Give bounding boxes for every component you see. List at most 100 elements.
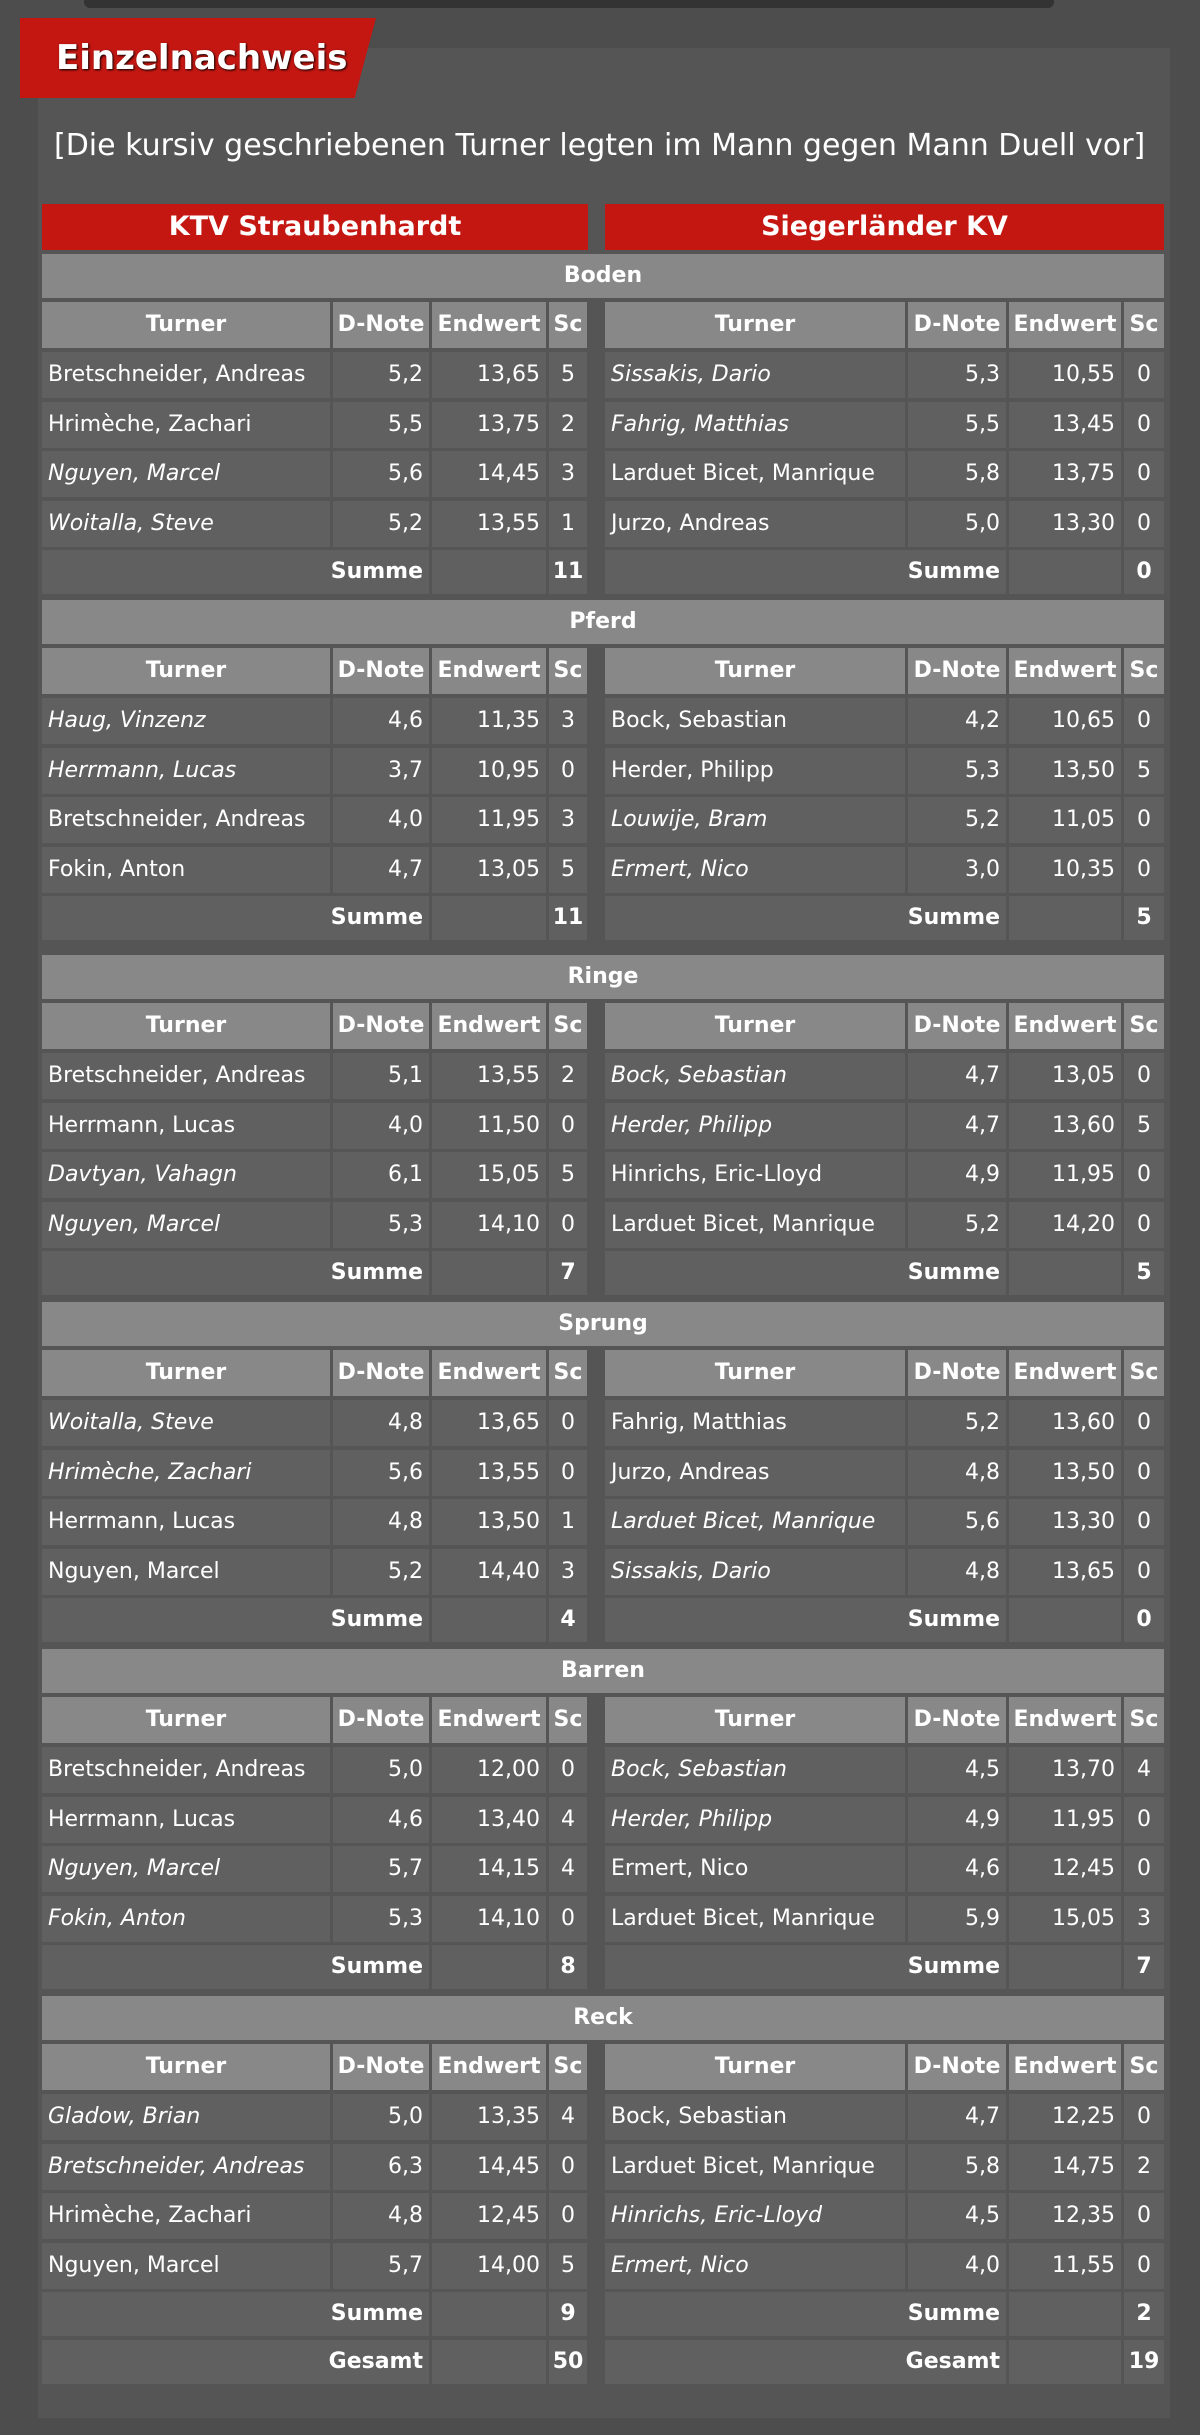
- endwert-right: 13,60: [1009, 1102, 1121, 1149]
- summe-spacer-right: [1009, 1251, 1121, 1295]
- endwert-right: 13,60: [1009, 1400, 1121, 1446]
- turner-name-left: Nguyen, Marcel: [42, 1846, 330, 1892]
- column-header-right: Turner: [605, 302, 905, 348]
- column-header-right: Sc: [1124, 648, 1164, 694]
- d-note-left: 4,6: [333, 1796, 429, 1843]
- score-left: 4: [549, 1796, 587, 1843]
- turner-name-left: Nguyen, Marcel: [42, 2242, 330, 2289]
- score-left: 0: [549, 747, 587, 794]
- score-right: 0: [1124, 352, 1164, 398]
- summe-spacer-right: [1009, 1945, 1121, 1989]
- turner-name-right: Fahrig, Matthias: [605, 401, 905, 448]
- endwert-right: 11,95: [1009, 1152, 1121, 1198]
- score-left: 4: [549, 2094, 587, 2140]
- endwert-left: 13,55: [432, 1053, 546, 1099]
- turner-name-right: Hinrichs, Eric-Lloyd: [605, 2193, 905, 2239]
- score-right: 2: [1124, 2143, 1164, 2190]
- endwert-right: 15,05: [1009, 1895, 1121, 1942]
- summe-label-right: Summe: [605, 550, 1006, 594]
- d-note-right: 5,9: [908, 1895, 1006, 1942]
- column-header-left: D-Note: [333, 1350, 429, 1396]
- summe-label-right: Summe: [605, 1251, 1006, 1295]
- score-left: 3: [549, 698, 587, 744]
- top-bar: [84, 0, 1054, 8]
- turner-name-left: Fokin, Anton: [42, 1895, 330, 1942]
- endwert-right: 14,75: [1009, 2143, 1121, 2190]
- d-note-right: 5,5: [908, 401, 1006, 448]
- column-header-right: Endwert: [1009, 2044, 1121, 2090]
- summe-label-left: Summe: [42, 2292, 429, 2336]
- score-left: 2: [549, 1053, 587, 1099]
- summe-value-right: 5: [1124, 1251, 1164, 1295]
- summe-label-left: Summe: [42, 1598, 429, 1642]
- turner-name-right: Hinrichs, Eric-Lloyd: [605, 1152, 905, 1198]
- endwert-right: 11,55: [1009, 2242, 1121, 2289]
- turner-name-left: Woitalla, Steve: [42, 1400, 330, 1446]
- turner-name-left: Herrmann, Lucas: [42, 747, 330, 794]
- column-header-right: Sc: [1124, 2044, 1164, 2090]
- endwert-right: 14,20: [1009, 1201, 1121, 1248]
- d-note-left: 4,6: [333, 698, 429, 744]
- score-left: 0: [549, 2193, 587, 2239]
- column-header-right: Endwert: [1009, 302, 1121, 348]
- gesamt-spacer-right: [1009, 2340, 1121, 2384]
- summe-spacer-left: [432, 896, 546, 940]
- column-header-right: D-Note: [908, 648, 1006, 694]
- turner-name-right: Ermert, Nico: [605, 1846, 905, 1892]
- d-note-right: 5,2: [908, 1201, 1006, 1248]
- column-header-left: Turner: [42, 1350, 330, 1396]
- score-right: 0: [1124, 1449, 1164, 1496]
- turner-name-left: Herrmann, Lucas: [42, 1499, 330, 1545]
- endwert-left: 12,00: [432, 1747, 546, 1793]
- score-left: 1: [549, 1499, 587, 1545]
- d-note-left: 5,7: [333, 2242, 429, 2289]
- endwert-left: 11,35: [432, 698, 546, 744]
- column-header-right: Turner: [605, 2044, 905, 2090]
- score-right: 0: [1124, 1400, 1164, 1446]
- score-right: 0: [1124, 797, 1164, 843]
- turner-name-right: Jurzo, Andreas: [605, 500, 905, 547]
- section-header-boden: Boden: [42, 254, 1164, 298]
- score-left: 2: [549, 401, 587, 448]
- turner-name-left: Woitalla, Steve: [42, 500, 330, 547]
- turner-name-right: Bock, Sebastian: [605, 698, 905, 744]
- score-left: 3: [549, 1548, 587, 1595]
- score-left: 5: [549, 2242, 587, 2289]
- column-header-right: Endwert: [1009, 1003, 1121, 1049]
- team-header-left: KTV Straubenhardt: [42, 204, 588, 250]
- d-note-right: 5,2: [908, 1400, 1006, 1446]
- d-note-right: 4,7: [908, 1102, 1006, 1149]
- summe-spacer-left: [432, 2292, 546, 2336]
- endwert-left: 10,95: [432, 747, 546, 794]
- summe-spacer-right: [1009, 2292, 1121, 2336]
- turner-name-left: Hrimèche, Zachari: [42, 1449, 330, 1496]
- section-header-barren: Barren: [42, 1649, 1164, 1693]
- score-right: 0: [1124, 1152, 1164, 1198]
- column-header-left: Sc: [549, 1697, 587, 1743]
- turner-name-left: Haug, Vinzenz: [42, 698, 330, 744]
- endwert-left: 14,45: [432, 2143, 546, 2190]
- section-header-reck: Reck: [42, 1996, 1164, 2040]
- summe-value-right: 2: [1124, 2292, 1164, 2336]
- column-header-right: Sc: [1124, 1697, 1164, 1743]
- endwert-right: 10,65: [1009, 698, 1121, 744]
- endwert-left: 14,40: [432, 1548, 546, 1595]
- summe-spacer-left: [432, 1945, 546, 1989]
- turner-name-left: Davtyan, Vahagn: [42, 1152, 330, 1198]
- column-header-right: Sc: [1124, 302, 1164, 348]
- turner-name-left: Bretschneider, Andreas: [42, 2143, 330, 2190]
- score-right: 0: [1124, 401, 1164, 448]
- page-title: Einzelnachweis: [56, 38, 348, 78]
- turner-name-right: Herder, Philipp: [605, 1102, 905, 1149]
- column-header-right: Turner: [605, 1350, 905, 1396]
- column-header-right: Turner: [605, 1697, 905, 1743]
- d-note-left: 4,8: [333, 1400, 429, 1446]
- endwert-left: 13,40: [432, 1796, 546, 1843]
- endwert-left: 15,05: [432, 1152, 546, 1198]
- endwert-right: 12,25: [1009, 2094, 1121, 2140]
- d-note-left: 5,6: [333, 451, 429, 497]
- column-header-right: Turner: [605, 648, 905, 694]
- turner-name-left: Hrimèche, Zachari: [42, 401, 330, 448]
- endwert-left: 14,10: [432, 1201, 546, 1248]
- column-header-left: D-Note: [333, 1697, 429, 1743]
